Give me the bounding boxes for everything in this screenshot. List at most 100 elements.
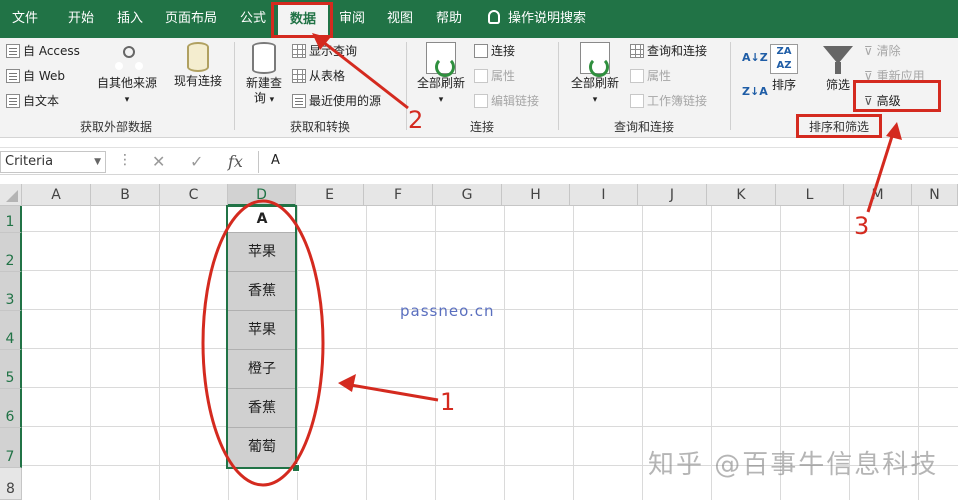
tab-review[interactable]: 审阅: [332, 0, 372, 38]
column-header-b[interactable]: B: [91, 184, 160, 206]
edit-links-label: 编辑链接: [491, 94, 540, 108]
from-table-button[interactable]: 从表格: [292, 67, 345, 85]
new-query-icon: [252, 42, 276, 74]
column-header-l[interactable]: L: [776, 184, 844, 206]
tab-file[interactable]: 文件: [0, 0, 50, 38]
clear-filter-icon: ⊽: [864, 44, 877, 58]
column-header-k[interactable]: K: [707, 184, 776, 206]
show-queries-button[interactable]: 显示查询: [292, 42, 357, 60]
column-header-n[interactable]: N: [912, 184, 958, 206]
cell-d5[interactable]: 橙子: [228, 350, 296, 389]
refresh-all-label: 全部刷新: [416, 76, 465, 90]
from-web-label: 自 Web: [23, 69, 65, 83]
cell-d6[interactable]: 香蕉: [228, 389, 296, 428]
chevron-down-icon: ▾: [269, 95, 275, 105]
from-access-button[interactable]: 自 Access: [6, 42, 80, 60]
tab-formulas[interactable]: 公式: [230, 0, 276, 38]
cancel-icon[interactable]: ✕: [152, 152, 165, 171]
row-header-7[interactable]: 7: [0, 428, 22, 468]
tab-view[interactable]: 视图: [380, 0, 420, 38]
column-header-f[interactable]: F: [364, 184, 433, 206]
group-label-connections: 连接: [469, 120, 494, 134]
enter-icon[interactable]: ✓: [190, 152, 203, 171]
refresh-all-button[interactable]: 全部刷新 ▾: [412, 42, 470, 108]
filter-button[interactable]: 筛选: [820, 44, 856, 93]
sort-descending-button[interactable]: Z↓A: [742, 86, 768, 104]
tab-home[interactable]: 开始: [58, 0, 104, 38]
formula-input[interactable]: A: [258, 151, 958, 173]
refresh-all-queries-button[interactable]: 全部刷新 ▾: [564, 42, 626, 108]
column-header-e[interactable]: E: [296, 184, 364, 206]
from-other-sources-button[interactable]: 自其他来源 ▾: [92, 42, 162, 108]
recent-sources-label: 最近使用的源: [309, 94, 382, 108]
ribbon-tab-bar: 文件 开始 插入 页面布局 公式 数据 审阅 视图 帮助 操作说明搜索: [0, 0, 958, 38]
workbook-links-button: 工作簿链接: [630, 92, 707, 110]
clear-filter-label: 清除: [876, 44, 901, 58]
select-all-corner[interactable]: [0, 184, 22, 206]
existing-connections-label: 现有连接: [173, 74, 222, 88]
tab-insert[interactable]: 插入: [107, 0, 153, 38]
query-properties-button: 属性: [630, 67, 671, 85]
connections-label: 连接: [491, 44, 516, 58]
highlight-data-tab: [271, 2, 333, 38]
annotation-number-1: 1: [440, 388, 456, 416]
from-text-button[interactable]: 自文本: [6, 92, 59, 110]
group-label-get-transform: 获取和转换: [289, 120, 350, 134]
tell-me-label: 操作说明搜索: [508, 11, 587, 26]
column-header-j[interactable]: J: [638, 184, 707, 206]
tell-me-search[interactable]: 操作说明搜索: [488, 0, 586, 38]
row-header-2[interactable]: 2: [0, 233, 22, 272]
show-queries-icon: [292, 44, 306, 58]
row-header-1[interactable]: 1: [0, 206, 22, 233]
annotation-number-3: 3: [854, 212, 870, 240]
row-number: 7: [5, 449, 15, 465]
tab-help[interactable]: 帮助: [428, 0, 470, 38]
row-header-5[interactable]: 5: [0, 350, 22, 389]
column-header-c[interactable]: C: [160, 184, 228, 206]
column-header-a[interactable]: A: [22, 184, 91, 206]
row-header-8[interactable]: 8: [0, 468, 22, 500]
cell-d2[interactable]: 苹果: [228, 233, 296, 272]
group-separator: [234, 42, 235, 130]
column-header-h[interactable]: H: [502, 184, 570, 206]
row-header-6[interactable]: 6: [0, 389, 22, 428]
cell-d7[interactable]: 葡萄: [228, 428, 296, 468]
existing-connections-button[interactable]: 现有连接: [170, 42, 226, 89]
column-header-i[interactable]: I: [570, 184, 638, 206]
queries-connections-label: 查询和连接: [647, 44, 708, 58]
column-header-d[interactable]: D: [228, 184, 296, 206]
from-access-label: 自 Access: [23, 44, 80, 58]
properties-button: 属性: [474, 67, 515, 85]
properties-icon: [630, 69, 644, 83]
tab-page-layout[interactable]: 页面布局: [157, 0, 225, 38]
refresh-icon: [426, 42, 456, 77]
new-query-button[interactable]: 新建查 询 ▾: [240, 42, 288, 108]
column-header-g[interactable]: G: [433, 184, 502, 206]
cell-d4[interactable]: 苹果: [228, 311, 296, 350]
name-box[interactable]: Criteria ▼: [0, 151, 106, 173]
row-number: 6: [5, 409, 15, 425]
column-header-m[interactable]: M: [844, 184, 912, 206]
queries-connections-button[interactable]: 查询和连接: [630, 42, 707, 60]
from-web-button[interactable]: 自 Web: [6, 67, 65, 85]
table-icon: [292, 69, 306, 83]
properties-label: 属性: [491, 69, 516, 83]
group-separator: [406, 42, 407, 130]
sort-ascending-button[interactable]: A↓Z: [742, 52, 768, 70]
row-number: 4: [5, 331, 15, 347]
sort-icon: ZA AZ: [770, 44, 798, 74]
recent-sources-button[interactable]: 最近使用的源: [292, 92, 381, 110]
sort-button[interactable]: ZA AZ 排序: [766, 44, 802, 93]
row-header-3[interactable]: 3: [0, 272, 22, 311]
insert-function-icon[interactable]: fx: [228, 152, 243, 171]
lightbulb-icon: [488, 10, 500, 24]
chevron-down-icon[interactable]: ▼: [94, 152, 101, 172]
cell-d3[interactable]: 香蕉: [228, 272, 296, 311]
connections-button[interactable]: 连接: [474, 42, 515, 60]
edit-links-icon: [474, 94, 488, 108]
from-other-sources-label: 自其他来源: [96, 76, 157, 90]
cell-d1[interactable]: A: [228, 206, 296, 233]
new-query-label-1: 新建查: [245, 76, 282, 90]
row-header-4[interactable]: 4: [0, 311, 22, 350]
annotation-number-2: 2: [408, 106, 424, 134]
